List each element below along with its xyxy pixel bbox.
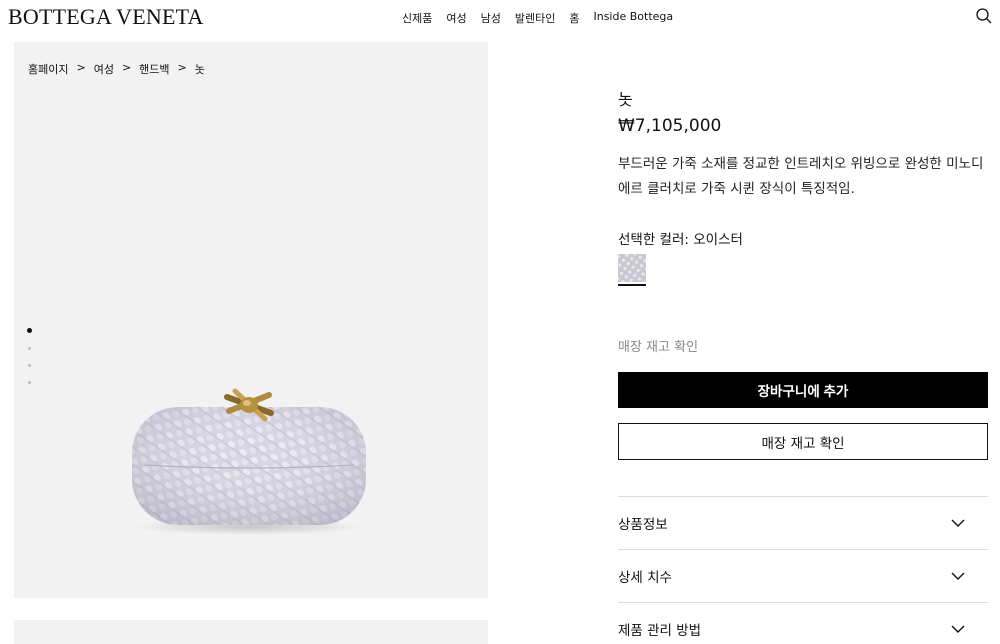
product-price: ₩7,105,000 bbox=[618, 116, 722, 136]
accordion-product-info[interactable]: 상품정보 bbox=[618, 496, 988, 549]
gallery-dot-active[interactable] bbox=[27, 328, 32, 333]
breadcrumb-separator: > bbox=[76, 61, 86, 74]
breadcrumb-home[interactable]: 홈페이지 bbox=[28, 61, 68, 77]
accordion-label: 제품 관리 방법 bbox=[618, 623, 702, 639]
store-stock-link[interactable]: 매장 재고 확인 bbox=[618, 336, 698, 355]
product-gallery-next-image[interactable] bbox=[14, 620, 488, 644]
gallery-dot[interactable] bbox=[28, 347, 31, 350]
selected-color-label: 선택한 컬러: 오이스터 bbox=[618, 232, 743, 248]
check-store-stock-button[interactable]: 매장 재고 확인 bbox=[618, 423, 988, 460]
breadcrumb-current: 놋 bbox=[194, 63, 205, 76]
product-image bbox=[132, 388, 366, 535]
chevron-down-icon bbox=[951, 625, 965, 633]
chevron-down-icon bbox=[951, 519, 965, 527]
main-nav: 신제품 여성 남성 발렌타인 홈 Inside Bottega bbox=[402, 10, 673, 26]
accordion-dimensions[interactable]: 상세 치수 bbox=[618, 549, 988, 602]
nav-item-new[interactable]: 신제품 bbox=[402, 10, 432, 26]
gallery-dot[interactable] bbox=[28, 381, 31, 384]
breadcrumb-women[interactable]: 여성 bbox=[94, 61, 114, 77]
breadcrumb-separator: > bbox=[177, 61, 187, 74]
product-description: 부드러운 가죽 소재를 정교한 인트레치오 위빙으로 완성한 미노디에르 클러치… bbox=[618, 156, 984, 197]
accordion-care[interactable]: 제품 관리 방법 bbox=[618, 602, 988, 644]
nav-item-men[interactable]: 남성 bbox=[481, 10, 501, 26]
site-header: BOTTEGA VENETA 신제품 여성 남성 발렌타인 홈 Inside B… bbox=[0, 0, 1000, 36]
product-info-accordion: 상품정보 상세 치수 제품 관리 방법 bbox=[618, 496, 988, 644]
nav-item-inside-bottega[interactable]: Inside Bottega bbox=[593, 10, 673, 26]
nav-item-home[interactable]: 홈 bbox=[569, 10, 579, 26]
search-icon[interactable] bbox=[975, 7, 993, 25]
gallery-pagination bbox=[27, 328, 32, 384]
product-title: 놋 bbox=[618, 90, 633, 109]
swatch-image bbox=[618, 254, 646, 282]
breadcrumb: 홈페이지 > 여성 > 핸드백 > 놋 bbox=[28, 61, 205, 77]
accordion-label: 상품정보 bbox=[618, 517, 668, 533]
accordion-label: 상세 치수 bbox=[618, 570, 672, 586]
brand-logo[interactable]: BOTTEGA VENETA bbox=[8, 4, 204, 30]
nav-item-valentine[interactable]: 발렌타인 bbox=[515, 10, 555, 26]
chevron-down-icon bbox=[951, 572, 965, 580]
breadcrumb-handbags[interactable]: 핸드백 bbox=[139, 61, 169, 77]
gallery-dot[interactable] bbox=[28, 364, 31, 367]
add-to-cart-button[interactable]: 장바구니에 추가 bbox=[618, 372, 988, 408]
breadcrumb-separator: > bbox=[121, 61, 132, 74]
color-swatch-oyster[interactable] bbox=[618, 254, 646, 286]
nav-item-women[interactable]: 여성 bbox=[446, 10, 466, 26]
product-gallery[interactable]: 홈페이지 > 여성 > 핸드백 > 놋 bbox=[14, 42, 488, 598]
